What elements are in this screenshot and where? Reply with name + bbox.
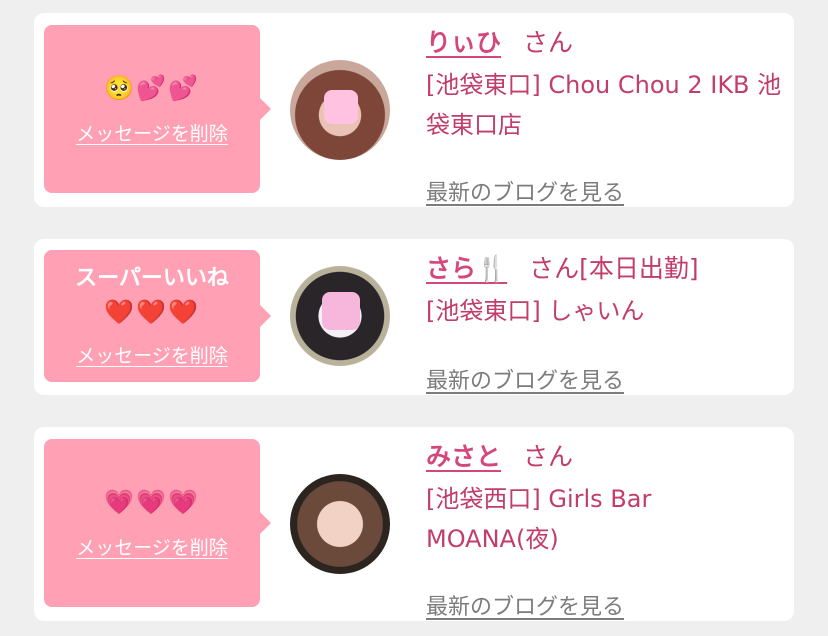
profile-name-link[interactable]: りぃひ	[426, 28, 501, 57]
message-bubble: 🥺💕💕 メッセージを削除	[44, 25, 271, 193]
message-bubble: スーパーいいね ❤️❤️❤️ メッセージを削除	[44, 250, 271, 382]
message-card: 🥺💕💕 メッセージを削除 りぃひ さん [池袋東口] Chou Chou 2 IK…	[34, 13, 794, 207]
avatar[interactable]	[290, 60, 390, 160]
shop-name: [池袋東口] しゃいん	[426, 297, 645, 325]
honorific: さん	[523, 28, 574, 57]
latest-blog-link[interactable]: 最新のブログを見る	[426, 363, 624, 395]
delete-message-link[interactable]: メッセージを削除	[76, 533, 228, 560]
profile-name-link[interactable]: みさと	[426, 442, 501, 471]
honorific: さん[本日出勤]	[529, 254, 699, 283]
message-text: 🥺💕💕	[104, 73, 200, 102]
message-card: スーパーいいね ❤️❤️❤️ メッセージを削除 さら🍴 さん[本日出勤] [池袋東…	[34, 239, 794, 395]
face-mosaic	[322, 292, 360, 330]
name-row: みさと さん	[426, 441, 786, 473]
name-row: さら🍴 さん[本日出勤]	[426, 253, 786, 285]
message-bubble: 💗💗💗 メッセージを削除	[44, 439, 271, 607]
message-text: 💗💗💗	[104, 487, 200, 516]
shop-name: [池袋東口] Chou Chou 2 IKB 池袋東口店	[426, 71, 782, 139]
profile-info: みさと さん [池袋西口] Girls Bar MOANA(夜) 最新のブログを見…	[426, 441, 786, 620]
profile-info: さら🍴 さん[本日出勤] [池袋東口] しゃいん 最新のブログを見る	[426, 253, 786, 394]
face-mosaic	[324, 90, 358, 124]
avatar[interactable]	[290, 266, 390, 366]
delete-message-link[interactable]: メッセージを削除	[76, 119, 228, 146]
name-row: りぃひ さん	[426, 27, 786, 59]
message-list: 🥺💕💕 メッセージを削除 りぃひ さん [池袋東口] Chou Chou 2 IK…	[0, 0, 828, 636]
shop-name: [池袋西口] Girls Bar MOANA(夜)	[426, 485, 652, 553]
delete-message-link[interactable]: メッセージを削除	[76, 341, 228, 368]
latest-blog-link[interactable]: 最新のブログを見る	[426, 175, 624, 207]
honorific: さん	[523, 442, 574, 471]
message-card: 💗💗💗 メッセージを削除 みさと さん [池袋西口] Girls Bar MOAN…	[34, 427, 794, 621]
message-text: ❤️❤️❤️	[104, 297, 200, 326]
profile-info: りぃひ さん [池袋東口] Chou Chou 2 IKB 池袋東口店 最新のブロ…	[426, 27, 786, 206]
latest-blog-link[interactable]: 最新のブログを見る	[426, 589, 624, 621]
profile-name-link[interactable]: さら🍴	[426, 254, 507, 283]
super-like-title: スーパーいいね	[75, 265, 229, 291]
avatar[interactable]	[290, 474, 390, 574]
